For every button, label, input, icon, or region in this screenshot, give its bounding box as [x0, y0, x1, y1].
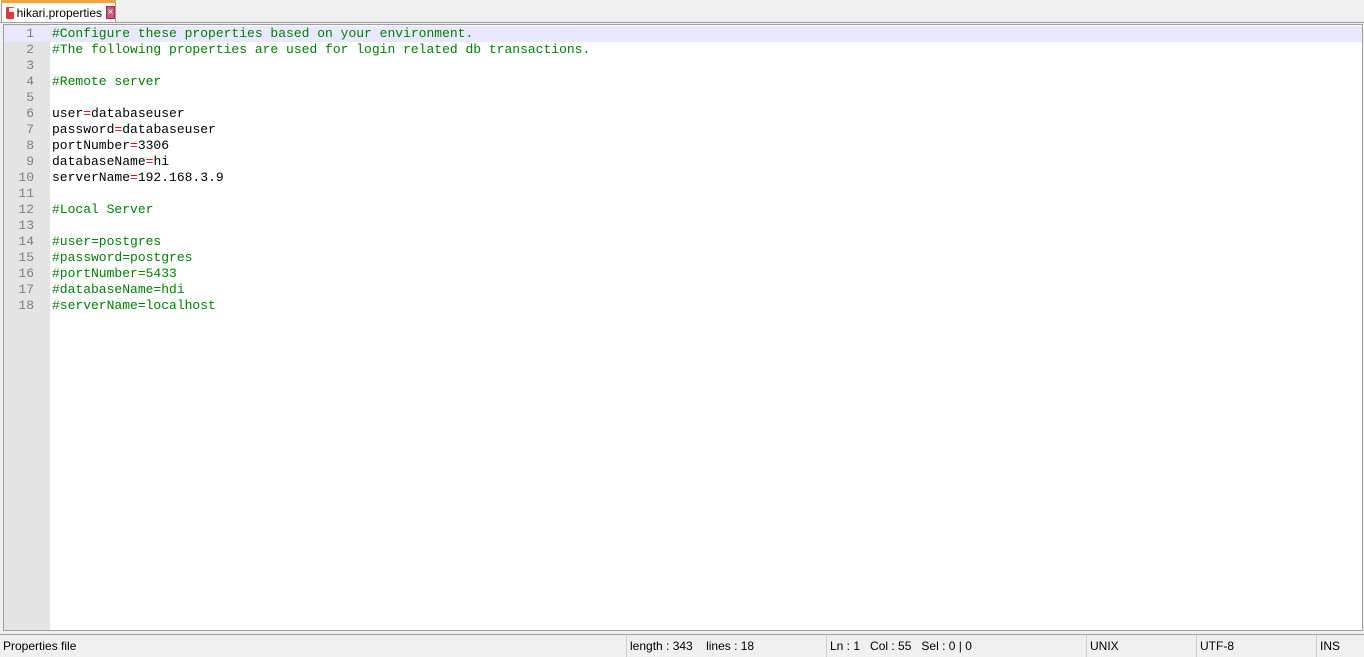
- line-text: #user=postgres: [52, 234, 161, 250]
- code-line[interactable]: 7 password=databaseuser: [4, 122, 1362, 138]
- line-number: 14: [18, 234, 34, 249]
- comment: #Configure these properties based on you…: [52, 26, 474, 41]
- line-number: 18: [18, 298, 34, 313]
- line-number: 4: [26, 74, 34, 89]
- code-line[interactable]: 12 #Local Server: [4, 202, 1362, 218]
- code-line[interactable]: 9 databaseName=hi: [4, 154, 1362, 170]
- comment: #user=postgres: [52, 234, 162, 249]
- line-number: 2: [26, 42, 34, 57]
- comment: #password=postgres: [52, 250, 193, 265]
- code-line[interactable]: 10 serverName=192.168.3.9: [4, 170, 1362, 186]
- line-text: #Remote server: [52, 74, 161, 90]
- comment: #databaseName=hdi: [52, 282, 185, 297]
- text-editor[interactable]: 1 #Configure these properties based on yo…: [3, 24, 1363, 631]
- line-number: 1: [26, 26, 34, 41]
- sel: Sel : 0 | 0: [921, 639, 972, 653]
- line-text: user=databaseuser: [52, 106, 185, 122]
- line-number: 10: [18, 170, 34, 185]
- code-line[interactable]: 16 #portNumber=5433: [4, 266, 1362, 282]
- code-line[interactable]: 4 #Remote server: [4, 74, 1362, 90]
- comment: #Local Server: [52, 202, 154, 217]
- comment: #Remote server: [52, 74, 162, 89]
- unsaved-file-icon: [6, 6, 15, 19]
- property-key: databaseName: [52, 154, 146, 169]
- line-number: 17: [18, 282, 34, 297]
- code-line[interactable]: 8 portNumber=3306: [4, 138, 1362, 154]
- comment: #The following properties are used for l…: [52, 42, 591, 57]
- line-text: password=databaseuser: [52, 122, 216, 138]
- property-value: 192.168.3.9: [137, 170, 224, 185]
- property-value: 3306: [137, 138, 170, 153]
- line-text: #password=postgres: [52, 250, 192, 266]
- equals-sign: =: [83, 106, 92, 121]
- code-line[interactable]: 6 user=databaseuser: [4, 106, 1362, 122]
- code-line[interactable]: 5: [4, 90, 1362, 106]
- comment: #portNumber=5433: [52, 266, 177, 281]
- status-eol: UNIX: [1086, 635, 1119, 657]
- code-line[interactable]: 11: [4, 186, 1362, 202]
- line-number: 7: [26, 122, 34, 137]
- line-number: 12: [18, 202, 34, 217]
- status-encoding: UTF-8: [1196, 635, 1234, 657]
- line-number: 6: [26, 106, 34, 121]
- line-number: 13: [18, 218, 34, 233]
- line-text: #databaseName=hdi: [52, 282, 185, 298]
- line-text: #The following properties are used for l…: [52, 42, 590, 58]
- close-tab-icon[interactable]: ×: [106, 6, 115, 19]
- status-insert-mode: INS: [1316, 635, 1340, 657]
- status-length: length : 343 lines : 18: [626, 635, 754, 657]
- property-key: user: [52, 106, 84, 121]
- property-value: hi: [153, 154, 170, 169]
- tab-bar: hikari.properties ×: [0, 0, 1364, 23]
- code-line[interactable]: 17 #databaseName=hdi: [4, 282, 1362, 298]
- line-number: 3: [26, 58, 34, 73]
- ln: Ln : 1: [830, 639, 861, 653]
- code-line[interactable]: 14 #user=postgres: [4, 234, 1362, 250]
- line-number: 5: [26, 90, 34, 105]
- code-line[interactable]: 18 #serverName=localhost: [4, 298, 1362, 314]
- line-number: 9: [26, 154, 34, 169]
- lines-count: lines : 18: [706, 639, 755, 653]
- line-text: portNumber=3306: [52, 138, 169, 154]
- line-text: #portNumber=5433: [52, 266, 177, 282]
- code-line[interactable]: 15 #password=postgres: [4, 250, 1362, 266]
- line-text: #Configure these properties based on you…: [52, 26, 473, 42]
- code-line[interactable]: 3: [4, 58, 1362, 74]
- line-text: #Local Server: [52, 202, 153, 218]
- equals-sign: =: [130, 170, 138, 185]
- line-number: 16: [18, 266, 34, 281]
- line-number: 8: [26, 138, 34, 153]
- property-value: databaseuser: [91, 106, 185, 121]
- property-key: portNumber: [52, 138, 131, 153]
- code-line[interactable]: 2 #The following properties are used for …: [4, 42, 1362, 58]
- property-value: databaseuser: [122, 122, 216, 137]
- code-line[interactable]: 1 #Configure these properties based on yo…: [4, 26, 1362, 42]
- tab-hikari-properties[interactable]: hikari.properties ×: [1, 0, 116, 22]
- line-text: serverName=192.168.3.9: [52, 170, 224, 186]
- line-text: #serverName=localhost: [52, 298, 216, 314]
- status-bar: Properties file length : 343 lines : 18 …: [0, 634, 1364, 657]
- comment: #serverName=localhost: [52, 298, 216, 313]
- code-line[interactable]: 13: [4, 218, 1362, 234]
- line-number: 11: [18, 186, 34, 201]
- line-number: 15: [18, 250, 34, 265]
- status-filetype: Properties file: [3, 639, 77, 653]
- col: Col : 55: [870, 639, 912, 653]
- equals-sign: =: [130, 138, 138, 153]
- length: length : 343: [630, 639, 693, 653]
- status-position: Ln : 1 Col : 55 Sel : 0 | 0: [826, 635, 972, 657]
- tab-title: hikari.properties: [16, 5, 102, 20]
- line-text: databaseName=hi: [52, 154, 169, 170]
- property-key: password: [52, 122, 115, 137]
- property-key: serverName: [52, 170, 131, 185]
